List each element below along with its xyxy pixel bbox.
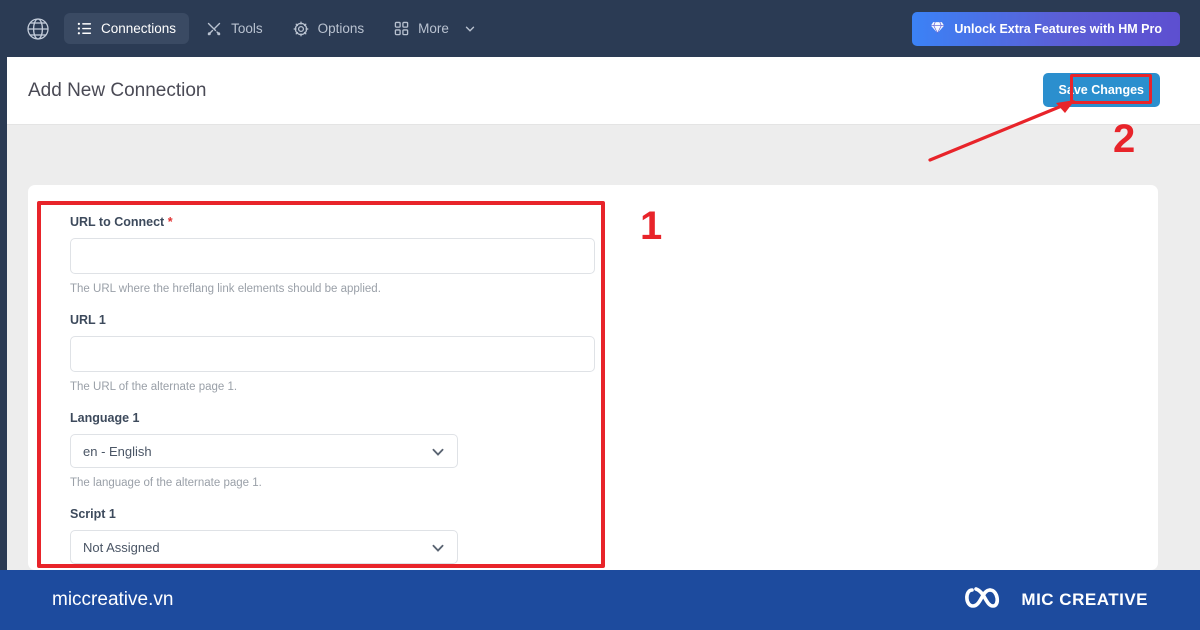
globe-icon[interactable] [18,16,58,42]
nav-item-label: Connections [101,21,177,36]
nav-item-label: Options [317,21,365,36]
field-label: URL to Connect * [70,215,588,229]
unlock-pro-button[interactable]: Unlock Extra Features with HM Pro [912,11,1180,46]
nav-item-more[interactable]: More [381,13,489,44]
field-language-1: Language 1 en - English The language of … [70,411,588,489]
required-mark: * [167,215,173,229]
footer-bar: miccreative.vn MIC CREATIVE [0,570,1200,630]
script-1-select[interactable]: Not Assigned [70,530,458,564]
language-1-select[interactable]: en - English [70,434,458,468]
footer-site-url: miccreative.vn [52,589,174,610]
field-script-1: Script 1 Not Assigned [70,507,588,564]
nav-item-label: More [418,21,449,36]
gear-icon [293,21,309,37]
diamond-icon [930,20,945,38]
tools-icon [206,21,222,37]
field-label: URL 1 [70,313,106,327]
field-url-to-connect: URL to Connect * The URL where the hrefl… [70,215,595,295]
field-url-1: URL 1 The URL of the alternate page 1. [70,313,595,393]
field-helper-text: The URL where the hreflang link elements… [70,283,381,295]
nav-item-label: Tools [231,21,263,36]
page-title: Add New Connection [28,79,207,101]
nav-item-tools[interactable]: Tools [193,13,276,45]
footer-brand-name: MIC CREATIVE [1021,590,1148,609]
left-sidebar-strip [0,57,7,570]
form-column: URL to Connect * The URL where the hrefl… [28,185,595,564]
field-label: Language 1 [70,411,140,425]
top-navigation-bar: Connections Tools Options More Unlock Ex… [0,0,1200,57]
nav-item-options[interactable]: Options [280,13,378,45]
footer-brand: MIC CREATIVE [962,583,1148,618]
app-screenshot: Connections Tools Options More Unlock Ex… [0,0,1200,630]
field-helper-text: The URL of the alternate page 1. [70,381,238,393]
unlock-pro-label: Unlock Extra Features with HM Pro [954,21,1162,36]
page-subheader: Add New Connection Save Changes [0,57,1200,125]
script-1-select-wrapper: Not Assigned [70,530,458,564]
grid-icon [394,21,409,36]
field-helper-text: The language of the alternate page 1. [70,477,262,489]
annotation-marker-2: 2 [1113,117,1136,161]
connection-form-card: URL to Connect * The URL where the hrefl… [28,185,1158,570]
url-1-input[interactable] [70,336,595,372]
annotation-marker-1: 1 [640,204,663,248]
language-1-select-wrapper: en - English [70,434,458,468]
script-1-selected-value: Not Assigned [83,539,160,555]
field-label: Script 1 [70,507,116,521]
nav-items: Connections Tools Options More [64,13,489,45]
infinity-loop-logo-icon [962,583,1008,618]
chevron-down-icon [464,23,476,35]
save-button-wrapper: Save Changes [1042,73,1160,107]
language-1-selected-value: en - English [83,443,152,459]
nav-item-connections[interactable]: Connections [64,13,190,44]
save-changes-button[interactable]: Save Changes [1042,73,1160,107]
url-to-connect-input[interactable] [70,238,595,274]
list-icon [77,21,92,36]
field-label-text: URL to Connect [70,215,165,229]
